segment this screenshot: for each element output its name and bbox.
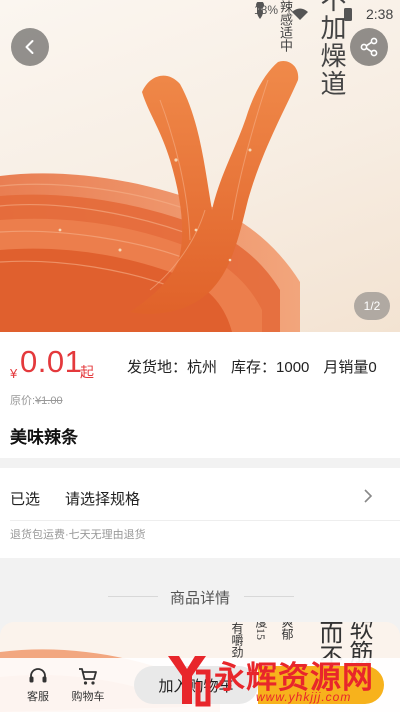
watermark-logo-icon: [168, 656, 211, 707]
wifi-icon: [292, 8, 308, 20]
chevron-left-icon: [25, 40, 34, 54]
price-suffix: 起: [80, 364, 94, 380]
product-title: 美味辣条: [10, 428, 78, 447]
product-image-carousel[interactable]: 18% 2:38 辣感适中 不加燥道 1/2: [0, 0, 400, 332]
share-icon: [360, 37, 378, 57]
cart-icon: [79, 668, 97, 685]
detail-text: 爽郁: [280, 622, 294, 640]
original-price-value: ¥1.00: [35, 395, 63, 407]
detail-section-header: 商品详情: [0, 578, 400, 614]
ship-from: 发货地：杭州: [127, 359, 218, 376]
detail-section-title: 商品详情: [169, 590, 230, 607]
detail-text: 度15: [254, 622, 268, 640]
product-price: 0.01: [20, 344, 83, 379]
cart-label: 购物车: [71, 691, 105, 703]
back-button[interactable]: [11, 28, 49, 66]
return-guarantee: 退货包运费·七天无理由退货: [10, 529, 146, 541]
site-watermark: 永辉资源网 www.yhkjjj.com: [160, 646, 396, 712]
spec-value: 请选择规格: [65, 491, 141, 508]
original-price: 原价:¥1.00: [10, 392, 63, 408]
watermark-url: www.yhkjjj.com: [256, 690, 352, 704]
share-button[interactable]: [350, 28, 388, 66]
stock-count: 库存：1000: [231, 359, 310, 376]
cart-button[interactable]: 购物车: [66, 664, 110, 704]
spec-card: 已选 请选择规格 退货包运费·七天无理由退货: [0, 468, 400, 558]
hero-overlay-text-small: 辣感适中: [278, 0, 293, 52]
headset-icon: [29, 668, 47, 683]
spec-label: 已选: [10, 491, 41, 508]
image-page-indicator: 1/2: [354, 292, 390, 320]
hero-overlay-text-big: 不加燥道: [317, 0, 346, 98]
product-info-card: ¥ 0.01 起 发货地：杭州 库存：1000 月销量0 原价:¥1.00 美味辣条: [0, 332, 400, 458]
chevron-right-icon: [364, 489, 373, 503]
customer-service-button[interactable]: 客服: [16, 664, 60, 704]
status-time: 2:38: [366, 6, 394, 22]
original-price-label: 原价:: [10, 395, 36, 407]
location-icon: [256, 2, 265, 19]
monthly-sales: 月销量0: [323, 359, 377, 376]
divider: [10, 520, 400, 521]
product-meta: 发货地：杭州 库存：1000 月销量0: [127, 356, 391, 377]
divider: [244, 596, 294, 597]
status-icons: [256, 2, 352, 21]
currency-symbol: ¥: [10, 366, 18, 381]
customer-service-label: 客服: [27, 691, 49, 703]
